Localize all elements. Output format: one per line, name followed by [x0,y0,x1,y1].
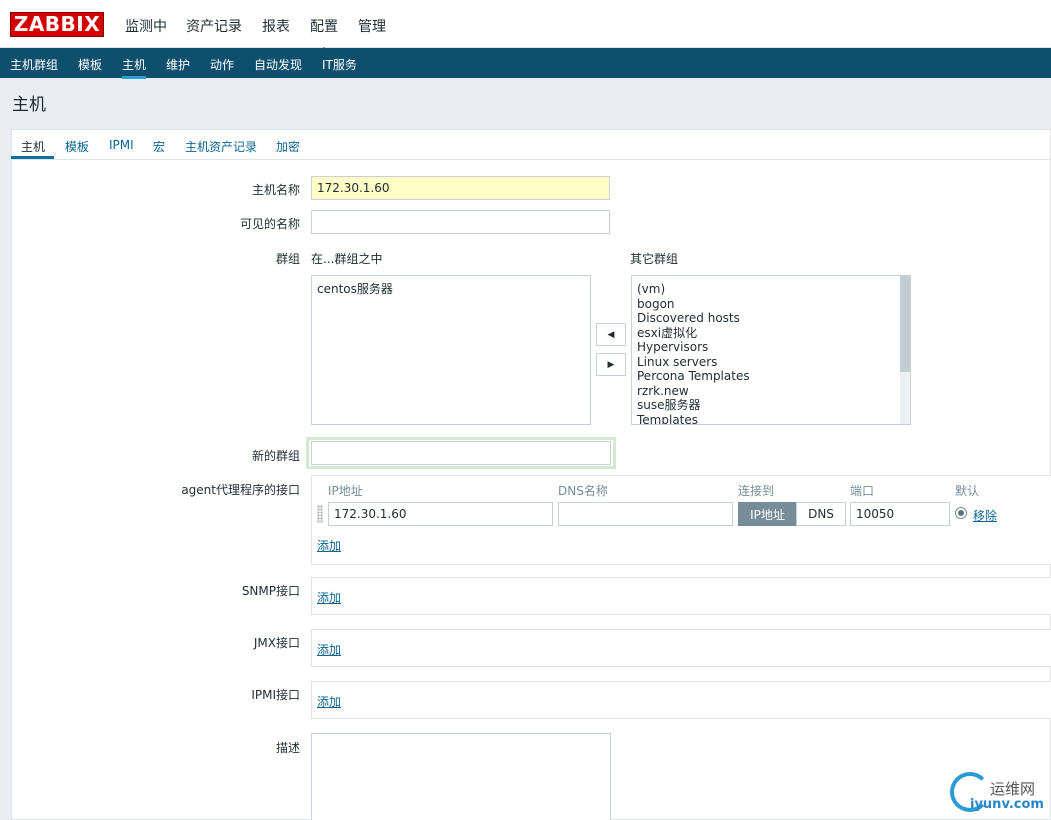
list-item[interactable]: rzrk.new [637,384,896,399]
visible-name-label: 可见的名称 [239,217,300,231]
agent-dns-input[interactable] [558,502,733,526]
page-title: 主机 [12,95,46,115]
move-left-button[interactable]: ◀ [596,323,626,346]
list-item[interactable]: Hypervisors [637,340,896,355]
default-interface-radio[interactable] [955,507,967,519]
connect-ip-button[interactable]: IP地址 [738,502,797,526]
move-right-button[interactable]: ▶ [596,353,626,376]
list-item[interactable]: Linux servers [637,355,896,370]
add-agent-interface-link[interactable]: 添加 [317,537,341,554]
agent-ip-input[interactable]: 172.30.1.60 [328,502,553,526]
visible-name-input[interactable] [311,210,610,234]
other-groups-list[interactable]: (vm) bogon Discovered hosts esxi虚拟化 Hype… [631,275,911,425]
snmp-interface-section [311,577,1051,615]
snmp-interface-label: SNMP接口 [241,584,300,598]
sub-navigation [0,48,1051,78]
ipmi-interface-section [311,681,1051,719]
col-dns-header: DNS名称 [558,484,608,498]
list-item[interactable]: suse服务器 [637,398,896,413]
jmx-interface-section [311,629,1051,667]
host-name-label: 主机名称 [251,183,300,197]
list-item[interactable]: esxi虚拟化 [637,326,896,341]
watermark-text-en: iyunv.com [970,797,1044,812]
tab-inventory[interactable]: 主机资产记录 [185,138,257,155]
host-name-input[interactable]: 172.30.1.60 [311,176,610,200]
subnav-discovery[interactable]: 自动发现 [254,56,302,73]
subnav-maintenance[interactable]: 维护 [166,56,190,73]
zabbix-logo[interactable]: ZABBIX [10,12,104,37]
col-default-header: 默认 [955,484,980,498]
tab-macros[interactable]: 宏 [153,138,165,155]
col-connect-header: 连接到 [738,484,775,498]
scrollbar-thumb[interactable] [900,276,910,372]
tab-divider [11,159,1051,160]
tab-host[interactable]: 主机 [21,138,45,155]
remove-interface-link[interactable]: 移除 [973,507,997,524]
list-item[interactable]: Percona Templates [637,369,896,384]
list-item[interactable]: Templates [637,413,896,425]
arrow-left-icon: ◀ [607,329,615,340]
ipmi-interface-label: IPMI接口 [251,688,300,702]
subnav-templates[interactable]: 模板 [78,56,102,73]
menu-reports[interactable]: 报表 [262,16,290,36]
menu-configuration[interactable]: 配置 [310,16,338,53]
menu-monitoring[interactable]: 监测中 [125,16,167,36]
list-item[interactable]: bogon [637,297,896,312]
description-label: 描述 [275,741,300,755]
agent-interface-label: agent代理程序的接口 [181,483,300,497]
in-groups-label: 在...群组之中 [311,252,383,266]
add-ipmi-interface-link[interactable]: 添加 [317,693,341,710]
new-group-input[interactable] [311,441,611,465]
subnav-actions[interactable]: 动作 [210,56,234,73]
in-groups-list[interactable]: centos服务器 [311,275,591,425]
add-snmp-interface-link[interactable]: 添加 [317,589,341,606]
connect-dns-button[interactable]: DNS [796,502,846,526]
watermark-text-cn: 运维网 [990,780,1036,798]
list-scrollbar[interactable] [900,276,910,424]
description-textarea[interactable] [311,733,611,820]
agent-port-input[interactable]: 10050 [850,502,950,526]
arrow-right-icon: ▶ [607,359,615,370]
drag-handle-icon[interactable] [317,505,323,523]
tab-ipmi[interactable]: IPMI [109,138,134,152]
new-group-label: 新的群组 [251,449,300,463]
list-item[interactable]: (vm) [637,282,896,297]
subnav-it-services[interactable]: IT服务 [322,56,357,73]
groups-label: 群组 [275,252,300,266]
add-jmx-interface-link[interactable]: 添加 [317,641,341,658]
tab-templates[interactable]: 模板 [65,138,89,155]
list-item[interactable]: centos服务器 [317,282,585,297]
list-item[interactable]: Discovered hosts [637,311,896,326]
tab-encryption[interactable]: 加密 [276,138,300,155]
other-groups-label: 其它群组 [630,252,679,266]
menu-inventory[interactable]: 资产记录 [186,16,242,36]
col-ip-header: IP地址 [328,484,363,498]
menu-administration[interactable]: 管理 [358,16,386,36]
active-tab-indicator [11,156,54,159]
jmx-interface-label: JMX接口 [253,636,300,650]
col-port-header: 端口 [850,484,875,498]
subnav-host-groups[interactable]: 主机群组 [10,56,58,73]
subnav-hosts[interactable]: 主机 [122,56,147,79]
